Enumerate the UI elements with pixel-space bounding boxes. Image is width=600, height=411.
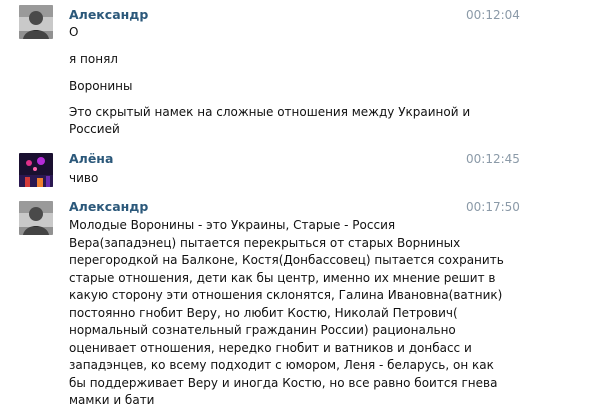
message-text-line: мамки и бати [69, 393, 155, 407]
message-text-line: Молодые Воронины - это Украины, Старые -… [69, 218, 396, 232]
message-time[interactable]: 00:12:04 [466, 8, 520, 22]
message-text-line: бы поддерживает Веру и иногда Костю, но … [69, 375, 498, 390]
message-text-line: перегородкой на Балконе, Костя(Донбассов… [69, 253, 504, 267]
message-author[interactable]: Александр [69, 199, 148, 214]
message-text-line: постоянно гнобит Веру, но любит Костю, Н… [69, 305, 458, 320]
message-text: Россией [69, 122, 120, 136]
user-photo-icon [19, 201, 53, 235]
message-text-line: старые отношения, дети как бы центр, име… [69, 270, 496, 285]
avatar[interactable] [19, 5, 53, 39]
message-author[interactable]: Александр [69, 7, 148, 22]
message-text: я понял [69, 52, 118, 66]
avatar[interactable] [19, 201, 53, 235]
message-text: Это скрытый намек на сложные отношения м… [69, 105, 471, 119]
message-text: Воронины [69, 79, 133, 93]
message-time[interactable]: 00:17:50 [466, 200, 520, 214]
user-photo-icon [19, 5, 53, 39]
chat-history: Александр 00:12:04 О я понял Воронины Эт… [0, 0, 600, 411]
message-text-line: западэнцев, ко всему подходит с юмором, … [69, 358, 494, 372]
message-author[interactable]: Алёна [69, 151, 113, 166]
avatar[interactable] [19, 153, 53, 187]
message-time[interactable]: 00:12:45 [466, 152, 520, 166]
message-text: О [69, 25, 79, 39]
user-photo-icon [19, 153, 53, 187]
message-text-line: какую сторону эти отношения склонятся, Г… [69, 288, 503, 302]
message-text: Молодые Воронины - это Украины, Старые -… [69, 217, 504, 410]
message-text-line: Вера(западэнец) пытается перекрыться от … [69, 235, 461, 250]
message-text-line: нормальный сознательный гражданин России… [69, 323, 456, 337]
message-text: чиво [69, 171, 99, 185]
message-text-line: оценивает отношения, нередко гнобит и ва… [69, 340, 472, 355]
